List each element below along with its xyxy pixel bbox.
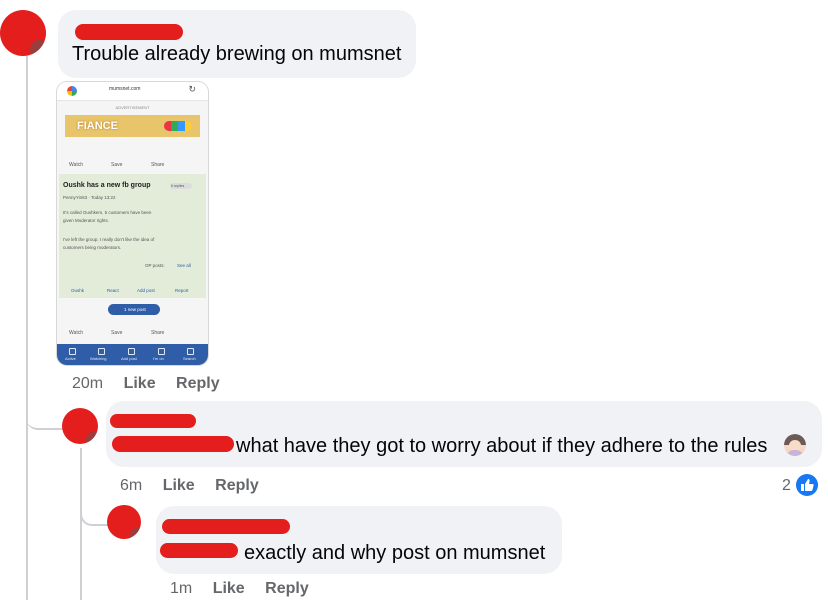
like-icon[interactable] — [796, 474, 818, 496]
save-label: Save — [111, 162, 123, 168]
reply-button[interactable]: Reply — [176, 375, 220, 393]
nav-icon — [98, 348, 105, 355]
nav-label: Search — [183, 356, 196, 361]
share-label: Share — [151, 330, 165, 336]
nav-label: Add post — [121, 356, 137, 361]
comment-actions: 1m Like Reply — [170, 580, 309, 598]
like-button[interactable]: Like — [213, 580, 245, 598]
nav-icon — [187, 348, 194, 355]
redacted-author-name — [110, 414, 196, 428]
ad-text: FIANCE — [77, 120, 118, 132]
woman-shrugging-emoji — [784, 434, 806, 456]
avatar[interactable] — [107, 505, 141, 539]
new-post-button: 1 new post — [108, 304, 160, 315]
timestamp[interactable]: 6m — [120, 477, 142, 495]
thread-line-main — [26, 56, 28, 600]
timestamp[interactable]: 20m — [72, 375, 103, 393]
comment-actions: 20m Like Reply — [72, 375, 220, 393]
redacted-author-name — [75, 24, 183, 40]
new-post-label: 1 new post — [124, 307, 146, 312]
url-text: mumsnet.com — [109, 86, 141, 92]
avatar[interactable] — [62, 408, 98, 444]
redacted-mention — [160, 543, 238, 558]
reaction-count[interactable]: 2 — [782, 477, 791, 495]
post-action-oushk: Oushk — [71, 288, 85, 293]
redacted-mention — [112, 436, 234, 452]
comment-text: what have they got to worry about if the… — [236, 435, 768, 457]
comment-text: exactly and why post on mumsnet — [244, 542, 546, 564]
post-body-line: I've left the group. I really don't like… — [63, 237, 155, 242]
nav-label: I'm on — [153, 356, 164, 361]
replies-badge-text: 6 replies — [171, 184, 185, 188]
reply-button[interactable]: Reply — [265, 580, 309, 598]
post-card — [59, 174, 206, 298]
thread-line-reply — [80, 448, 82, 600]
comment-text: Trouble already brewing on mumsnet — [72, 43, 402, 65]
browser-url-bar: mumsnet.com ↻ — [57, 82, 208, 101]
reply-button[interactable]: Reply — [215, 477, 259, 495]
redacted-author-name — [162, 519, 290, 534]
post-action-report: Report — [175, 288, 189, 293]
ad-label: ADVERTISEMENT — [115, 105, 150, 110]
save-label: Save — [111, 330, 123, 336]
like-button[interactable]: Like — [163, 477, 195, 495]
post-action-add-post: Add post — [137, 288, 155, 293]
nav-icon — [128, 348, 135, 355]
thread-branch-reply2 — [80, 498, 108, 526]
attached-screenshot[interactable]: mumsnet.com ↻ ADVERTISEMENT FIANCE Watch… — [57, 82, 208, 365]
post-body-line: It's called Oushkers. 5 customers have b… — [63, 210, 152, 215]
reload-icon: ↻ — [188, 84, 196, 94]
google-icon — [67, 86, 77, 96]
see-all-link: See all — [177, 263, 191, 268]
op-posts-label: OP posts: — [145, 263, 165, 268]
ad-banner: FIANCE — [65, 115, 200, 137]
watch-label: Watch — [69, 162, 83, 168]
nav-icon — [158, 348, 165, 355]
timestamp[interactable]: 1m — [170, 580, 192, 598]
nav-label: Watching — [90, 356, 107, 361]
nav-label: Active — [65, 356, 76, 361]
post-body-line: given Moderator rights. — [63, 218, 110, 223]
watch-label: Watch — [69, 330, 83, 336]
avatar[interactable] — [0, 10, 46, 56]
post-action-react: React — [107, 288, 119, 293]
comment-actions: 6m Like Reply — [120, 477, 259, 495]
post-author-line: PennyYin63 · Today 13:22 — [63, 195, 116, 200]
post-title: Oushk has a new fb group — [63, 182, 151, 189]
like-button[interactable]: Like — [124, 375, 156, 393]
ad-decoration — [164, 121, 192, 131]
thread-branch-reply1 — [26, 400, 64, 430]
share-label: Share — [151, 162, 165, 168]
post-body-line: customers being moderators. — [63, 245, 122, 250]
nav-icon — [69, 348, 76, 355]
bottom-nav: Active Watching Add post I'm on Search — [57, 344, 208, 365]
